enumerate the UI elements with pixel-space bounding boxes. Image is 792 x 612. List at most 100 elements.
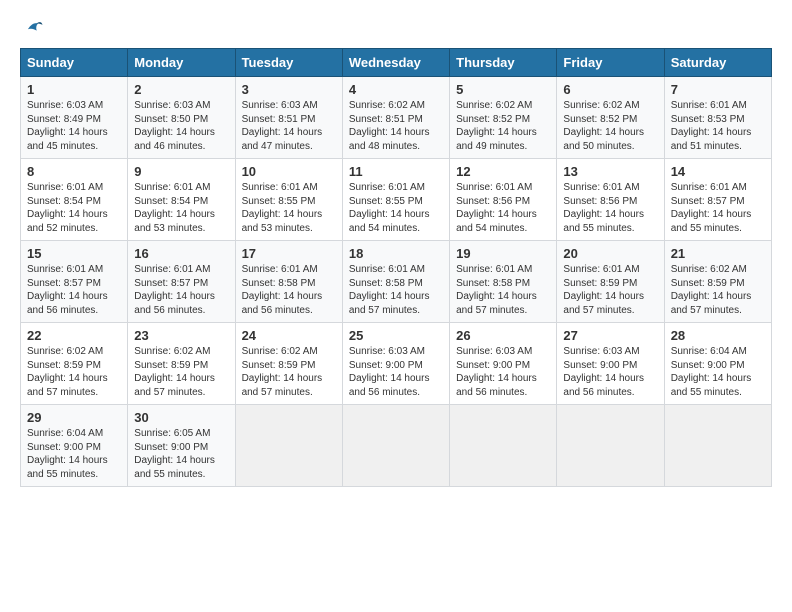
cell-data-line: Sunrise: 6:01 AM xyxy=(242,181,336,195)
day-number: 29 xyxy=(27,410,121,425)
cell-data-line: Sunrise: 6:03 AM xyxy=(242,99,336,113)
calendar-cell: 14Sunrise: 6:01 AMSunset: 8:57 PMDayligh… xyxy=(664,159,771,241)
header-day-friday: Friday xyxy=(557,49,664,77)
cell-data-line: Daylight: 14 hours xyxy=(134,290,228,304)
day-number: 3 xyxy=(242,82,336,97)
cell-data-line: Sunset: 8:57 PM xyxy=(671,195,765,209)
cell-data-line: and 53 minutes. xyxy=(242,222,336,236)
cell-data-line: and 55 minutes. xyxy=(563,222,657,236)
cell-data-line: and 55 minutes. xyxy=(134,468,228,482)
day-number: 27 xyxy=(563,328,657,343)
calendar-cell: 4Sunrise: 6:02 AMSunset: 8:51 PMDaylight… xyxy=(342,77,449,159)
cell-data-line: Sunset: 8:54 PM xyxy=(134,195,228,209)
cell-data-line: Sunset: 8:59 PM xyxy=(27,359,121,373)
cell-data-line: and 57 minutes. xyxy=(671,304,765,318)
cell-data-line: Sunset: 8:52 PM xyxy=(563,113,657,127)
cell-data-line: Sunset: 9:00 PM xyxy=(456,359,550,373)
calendar-cell: 17 Sunrise: 6:01 AMSunset: 8:58 PMDayligh… xyxy=(235,241,342,323)
cell-data-line: and 49 minutes. xyxy=(456,140,550,154)
cell-data-line: Daylight: 14 hours xyxy=(349,290,443,304)
cell-data-line: Sunset: 8:58 PM xyxy=(242,277,336,291)
day-number: 25 xyxy=(349,328,443,343)
day-number: 7 xyxy=(671,82,765,97)
day-number: 4 xyxy=(349,82,443,97)
calendar-cell: 2Sunrise: 6:03 AMSunset: 8:50 PMDaylight… xyxy=(128,77,235,159)
day-number: 8 xyxy=(27,164,121,179)
day-number: 19 xyxy=(456,246,550,261)
day-number: 17 xyxy=(242,246,336,261)
calendar-cell: 11 Sunrise: 6:01 AMSunset: 8:55 PMDayligh… xyxy=(342,159,449,241)
calendar-cell: 19Sunrise: 6:01 AMSunset: 8:58 PMDayligh… xyxy=(450,241,557,323)
day-number: 6 xyxy=(563,82,657,97)
cell-data-line: Sunset: 8:52 PM xyxy=(456,113,550,127)
cell-data-line: Sunrise: 6:02 AM xyxy=(27,345,121,359)
calendar-week-5: 29Sunrise: 6:04 AMSunset: 9:00 PMDayligh… xyxy=(21,405,772,487)
cell-data-line: Sunset: 8:56 PM xyxy=(563,195,657,209)
cell-data-line: Sunset: 8:59 PM xyxy=(134,359,228,373)
cell-data-line: Sunset: 8:57 PM xyxy=(134,277,228,291)
cell-data-line: Sunrise: 6:01 AM xyxy=(349,181,443,195)
calendar-cell: 26 Sunrise: 6:03 AMSunset: 9:00 PMDayligh… xyxy=(450,323,557,405)
calendar-cell: 16Sunrise: 6:01 AMSunset: 8:57 PMDayligh… xyxy=(128,241,235,323)
cell-data-line: Sunset: 8:55 PM xyxy=(349,195,443,209)
day-number: 11 xyxy=(349,164,443,179)
day-number: 5 xyxy=(456,82,550,97)
calendar-week-3: 15Sunrise: 6:01 AMSunset: 8:57 PMDayligh… xyxy=(21,241,772,323)
cell-data-line: Sunrise: 6:02 AM xyxy=(456,99,550,113)
calendar-cell xyxy=(557,405,664,487)
cell-data-line: and 56 minutes. xyxy=(27,304,121,318)
cell-data-line: and 45 minutes. xyxy=(27,140,121,154)
cell-data-line: Sunset: 9:00 PM xyxy=(671,359,765,373)
cell-data-line: Sunrise: 6:03 AM xyxy=(456,345,550,359)
cell-data-line: Daylight: 14 hours xyxy=(563,126,657,140)
cell-data-line: Sunrise: 6:01 AM xyxy=(242,263,336,277)
cell-data-line: Sunset: 8:56 PM xyxy=(456,195,550,209)
cell-data-line: and 57 minutes. xyxy=(134,386,228,400)
day-number: 10 xyxy=(242,164,336,179)
cell-data-line: Daylight: 14 hours xyxy=(27,208,121,222)
day-number: 26 xyxy=(456,328,550,343)
calendar-cell: 27Sunrise: 6:03 AMSunset: 9:00 PMDayligh… xyxy=(557,323,664,405)
cell-data-line: and 51 minutes. xyxy=(671,140,765,154)
calendar-week-2: 8 Sunrise: 6:01 AM Sunset: 8:54 PM Daylight… xyxy=(21,159,772,241)
calendar-cell: 30Sunrise: 6:05 AMSunset: 9:00 PMDayligh… xyxy=(128,405,235,487)
calendar-cell xyxy=(235,405,342,487)
cell-data-line: Daylight: 14 hours xyxy=(134,372,228,386)
cell-data-line: Daylight: 14 hours xyxy=(27,372,121,386)
cell-data-line: Sunrise: 6:01 AM xyxy=(27,263,121,277)
header-day-monday: Monday xyxy=(128,49,235,77)
cell-data-line: Sunrise: 6:04 AM xyxy=(27,427,121,441)
cell-data-line: Sunrise: 6:02 AM xyxy=(242,345,336,359)
day-number: 15 xyxy=(27,246,121,261)
cell-data-line: Daylight: 14 hours xyxy=(349,208,443,222)
cell-data-line: Daylight: 14 hours xyxy=(456,372,550,386)
cell-data-line: Daylight: 14 hours xyxy=(349,126,443,140)
cell-data-line: Daylight: 14 hours xyxy=(242,290,336,304)
cell-data-line: Sunrise: 6:01 AM xyxy=(456,181,550,195)
cell-data-line: and 56 minutes. xyxy=(456,386,550,400)
cell-data-line: Daylight: 14 hours xyxy=(27,454,121,468)
cell-data-line: Daylight: 14 hours xyxy=(671,126,765,140)
cell-data-line: Daylight: 14 hours xyxy=(671,290,765,304)
cell-data-line: Sunrise: 6:03 AM xyxy=(563,345,657,359)
calendar-cell: 6Sunrise: 6:02 AMSunset: 8:52 PMDaylight… xyxy=(557,77,664,159)
calendar-cell xyxy=(342,405,449,487)
cell-data-line: Sunset: 8:58 PM xyxy=(349,277,443,291)
day-number: 9 xyxy=(134,164,228,179)
calendar-cell: 8Sunrise: 6:01 AMSunset: 8:54 PMDaylight… xyxy=(21,159,128,241)
cell-data-line: Daylight: 14 hours xyxy=(456,126,550,140)
calendar-cell: 22Sunrise: 6:02 AMSunset: 8:59 PMDayligh… xyxy=(21,323,128,405)
day-number: 28 xyxy=(671,328,765,343)
cell-data-line: Sunset: 9:00 PM xyxy=(563,359,657,373)
cell-data-line: and 55 minutes. xyxy=(671,222,765,236)
cell-data-line: Daylight: 14 hours xyxy=(134,126,228,140)
cell-data-line: and 46 minutes. xyxy=(134,140,228,154)
cell-data-line: Daylight: 14 hours xyxy=(242,372,336,386)
cell-data-line: Sunset: 8:55 PM xyxy=(242,195,336,209)
header-day-tuesday: Tuesday xyxy=(235,49,342,77)
header-day-thursday: Thursday xyxy=(450,49,557,77)
calendar-cell: 20Sunrise: 6:01 AMSunset: 8:59 PMDayligh… xyxy=(557,241,664,323)
cell-data-line: Daylight: 14 hours xyxy=(242,126,336,140)
calendar-week-4: 22Sunrise: 6:02 AMSunset: 8:59 PMDayligh… xyxy=(21,323,772,405)
day-number: 2 xyxy=(134,82,228,97)
